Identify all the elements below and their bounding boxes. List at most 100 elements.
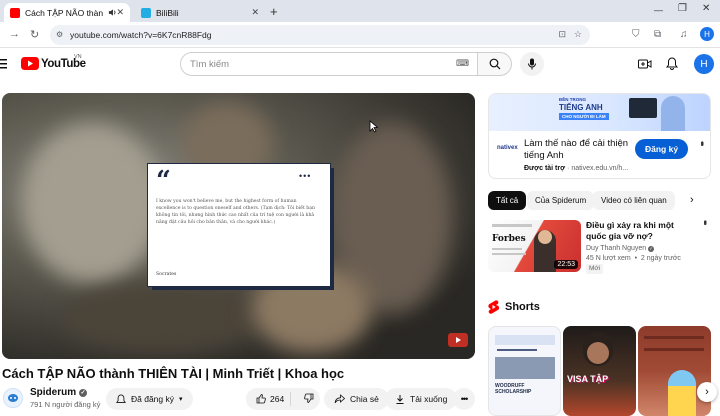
download-icon [396,394,404,404]
thumbs-up-icon [256,394,266,404]
suggested-video-title[interactable]: Điều gì xảy ra khi một quốc gia vỡ nợ? [586,220,694,242]
short-item[interactable]: VISA TẬP [563,326,636,416]
notifications-bell-icon[interactable] [666,57,678,70]
extensions-icon[interactable]: ⧉ [654,29,661,40]
video-duration: 22:53 [554,260,578,269]
chip-all[interactable]: Tất cả [488,191,527,210]
search-button[interactable] [478,52,512,76]
voice-search-button[interactable] [520,52,544,76]
spiderum-logo-icon [8,394,18,402]
more-horizontal-icon: ••• [460,394,469,404]
short-brick-line [644,348,704,351]
ad-title[interactable]: Làm thế nào để cải thiện tiếng Anh [524,138,649,162]
subscribed-label: Đã đăng ký [131,394,174,404]
youtube-play-logo-icon [21,57,39,70]
new-tab-icon[interactable]: + [270,4,278,19]
media-control-icon[interactable]: ♫ [680,29,688,40]
dislike-button[interactable] [296,393,314,405]
shorts-heading: Shorts [505,301,540,313]
browser-toolbar: → ↻ ⚙ youtube.com/watch?v=6K7cnR88Fdg ⊡ … [0,22,720,48]
profile-avatar[interactable]: H [700,27,714,41]
quote-mark-icon: “ [156,166,171,196]
menu-icon[interactable] [0,58,8,70]
ad-sponsor-row: Được tài trợ · nativex.edu.vn/h... [524,165,629,172]
ad-banner-image[interactable]: ĐỀN TRONG TIẾNG ANH CHO NGƯỜI ĐI LÀM [489,94,710,131]
suggested-video-meta: 45 N lượt xem • 2 ngày trước [586,255,681,262]
bilibili-favicon-icon [141,7,151,18]
background-figure [22,123,162,283]
window-close-icon[interactable]: ✕ [702,3,710,14]
minimize-icon[interactable]: — [654,5,663,15]
ad-more-icon[interactable]: ••• [697,141,707,144]
microphone-icon [528,58,536,70]
chip-related[interactable]: Video có liên quan [593,191,675,210]
download-button[interactable]: Tải xuống [385,388,458,410]
short-item[interactable] [638,326,711,416]
chip-from-spiderum[interactable]: Của Spiderum [527,191,595,210]
short-photo [495,357,555,379]
short-brick-line [644,336,704,339]
channel-name-row[interactable]: Spiderum ✓ [30,387,88,398]
ad-cta-button[interactable]: Đăng ký [635,139,689,159]
install-app-icon[interactable]: ⊡ [558,29,566,40]
like-dislike-group: 264 [246,388,320,410]
like-count: 264 [270,394,285,404]
short-cartoon-body [668,386,696,416]
youtube-header: YouTube VN Tìm kiếm ⌨ H [0,48,720,82]
shorts-next-button[interactable]: › [697,382,717,402]
channel-avatar[interactable] [3,388,23,408]
thumbnail-text-line [492,224,532,227]
short-header-strip [495,335,555,345]
address-bar[interactable]: ⚙ youtube.com/watch?v=6K7cnR88Fdg ⊡ ☆ [50,25,590,45]
background-figure [62,283,262,353]
youtube-favicon-icon [10,7,20,18]
chips-next-chevron-icon[interactable]: › [690,194,694,206]
search-icon [489,58,500,70]
ad-banner-subtitle: CHO NGƯỜI ĐI LÀM [559,113,609,120]
search-placeholder: Tìm kiếm [190,58,230,70]
quote-text: I know you won't believe me, but the hig… [156,199,315,225]
mouse-cursor-icon [369,120,378,133]
browser-tab-youtube[interactable]: Cách TẬP NÃO thành THIÊN ✕ [4,3,130,22]
thumbnail-text-line [492,253,526,255]
short-item[interactable]: WOODRUFF SCHOLARSHIP [488,326,561,416]
shorts-header: Shorts [488,300,540,314]
download-label: Tải xuống [410,394,448,404]
suggested-channel-row: Duy Thanh Nguyen ✓ [586,245,655,252]
suggested-video-thumbnail[interactable]: Forbes 22:53 [488,220,581,272]
create-video-icon[interactable] [638,58,652,70]
chevron-down-icon: ▾ [179,396,183,403]
video-title: Cách TẬP NÃO thành THIÊN TÀI | Minh Triế… [2,366,345,381]
more-actions-button[interactable]: ••• [453,388,475,410]
thumbnail-brand: Forbes [492,234,526,244]
share-button[interactable]: Chia sẻ [324,388,389,410]
suggested-more-icon[interactable]: ••• [700,220,710,223]
new-badge: Mới [586,264,604,274]
browser-tab-bar: Cách TẬP NÃO thành THIÊN ✕ BiliBili ✕ + … [0,0,720,22]
verified-check-icon: ✓ [648,245,655,252]
tab-close-icon[interactable]: ✕ [251,7,259,18]
reload-icon[interactable]: ↻ [30,28,39,41]
tab-close-icon[interactable]: ✕ [116,7,124,18]
like-button[interactable]: 264 [246,392,291,406]
youtube-logo[interactable]: YouTube VN [21,54,86,70]
search-input[interactable]: Tìm kiếm ⌨ [180,52,478,76]
channel-name: Spiderum [30,387,77,398]
ad-card[interactable]: ĐỀN TRONG TIẾNG ANH CHO NGƯỜI ĐI LÀM nat… [488,93,711,179]
quote-author: Socrates [156,272,177,277]
keyboard-icon[interactable]: ⌨ [456,58,469,69]
thumbnail-text-line [492,248,522,250]
site-settings-icon[interactable]: ⚙ [56,30,63,39]
short-caption: WOODRUFF SCHOLARSHIP [495,383,532,395]
subscribed-button[interactable]: Đã đăng ký ▾ [106,388,193,410]
person-illustration [661,96,685,131]
user-avatar[interactable]: H [694,54,714,74]
restore-icon[interactable]: ❐ [678,3,687,14]
share-arrow-icon [334,394,345,404]
shield-extension-icon[interactable]: ⛉ [632,29,640,40]
verified-check-icon: ✓ [79,388,88,397]
browser-tab-bilibili[interactable]: BiliBili ✕ [135,3,265,22]
forward-icon[interactable]: → [9,28,20,40]
tab-title: BiliBili [156,7,179,18]
bookmark-star-icon[interactable]: ☆ [574,29,582,40]
